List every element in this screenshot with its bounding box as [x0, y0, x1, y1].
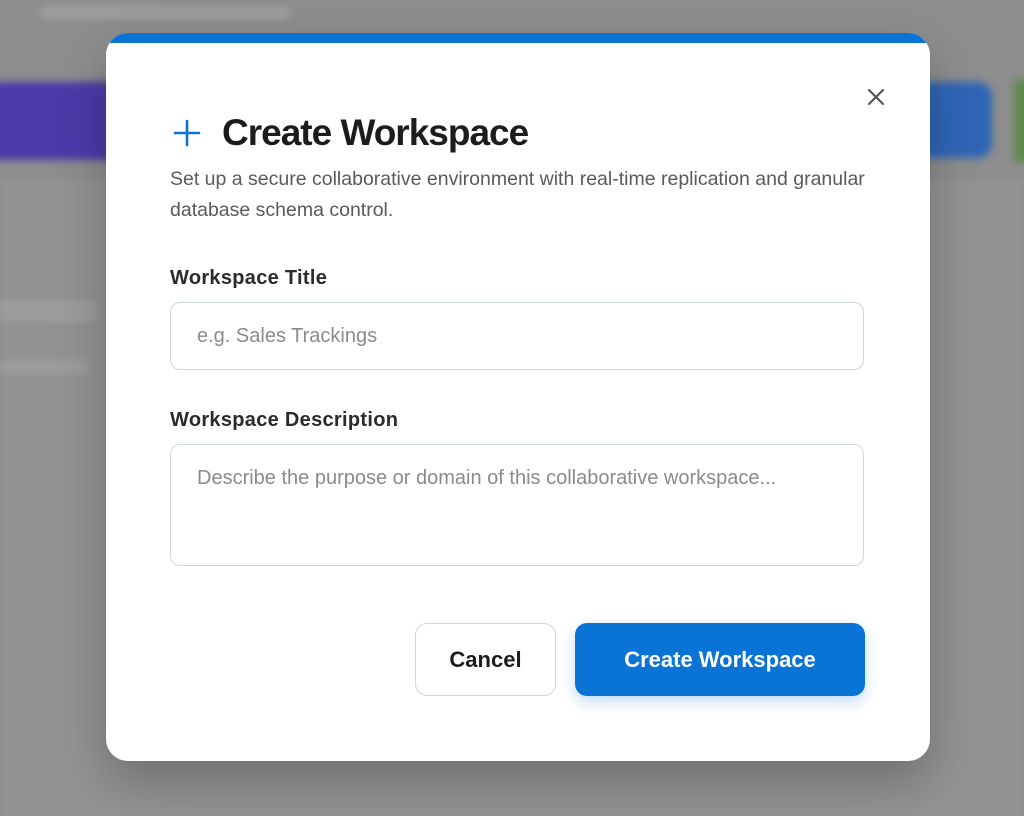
plus-icon [173, 119, 201, 147]
background-text [0, 300, 100, 322]
workspace-description-label: Workspace Description [170, 409, 399, 431]
background-edge [1014, 80, 1024, 162]
dialog-accent-bar [106, 33, 930, 43]
background-text [40, 6, 290, 20]
dialog-header: Create Workspace [170, 111, 529, 155]
create-workspace-dialog: Create Workspace Set up a secure collabo… [106, 33, 930, 761]
workspace-description-input[interactable] [170, 444, 864, 566]
workspace-title-input[interactable] [170, 302, 864, 370]
create-workspace-button[interactable]: Create Workspace [575, 623, 865, 696]
background-text [0, 360, 90, 374]
close-button[interactable] [862, 83, 890, 111]
dialog-title: Create Workspace [222, 112, 529, 153]
workspace-title-label: Workspace Title [170, 267, 328, 289]
close-icon [867, 88, 885, 106]
cancel-button[interactable]: Cancel [415, 623, 556, 696]
dialog-subtitle: Set up a secure collaborative environmen… [170, 168, 865, 221]
